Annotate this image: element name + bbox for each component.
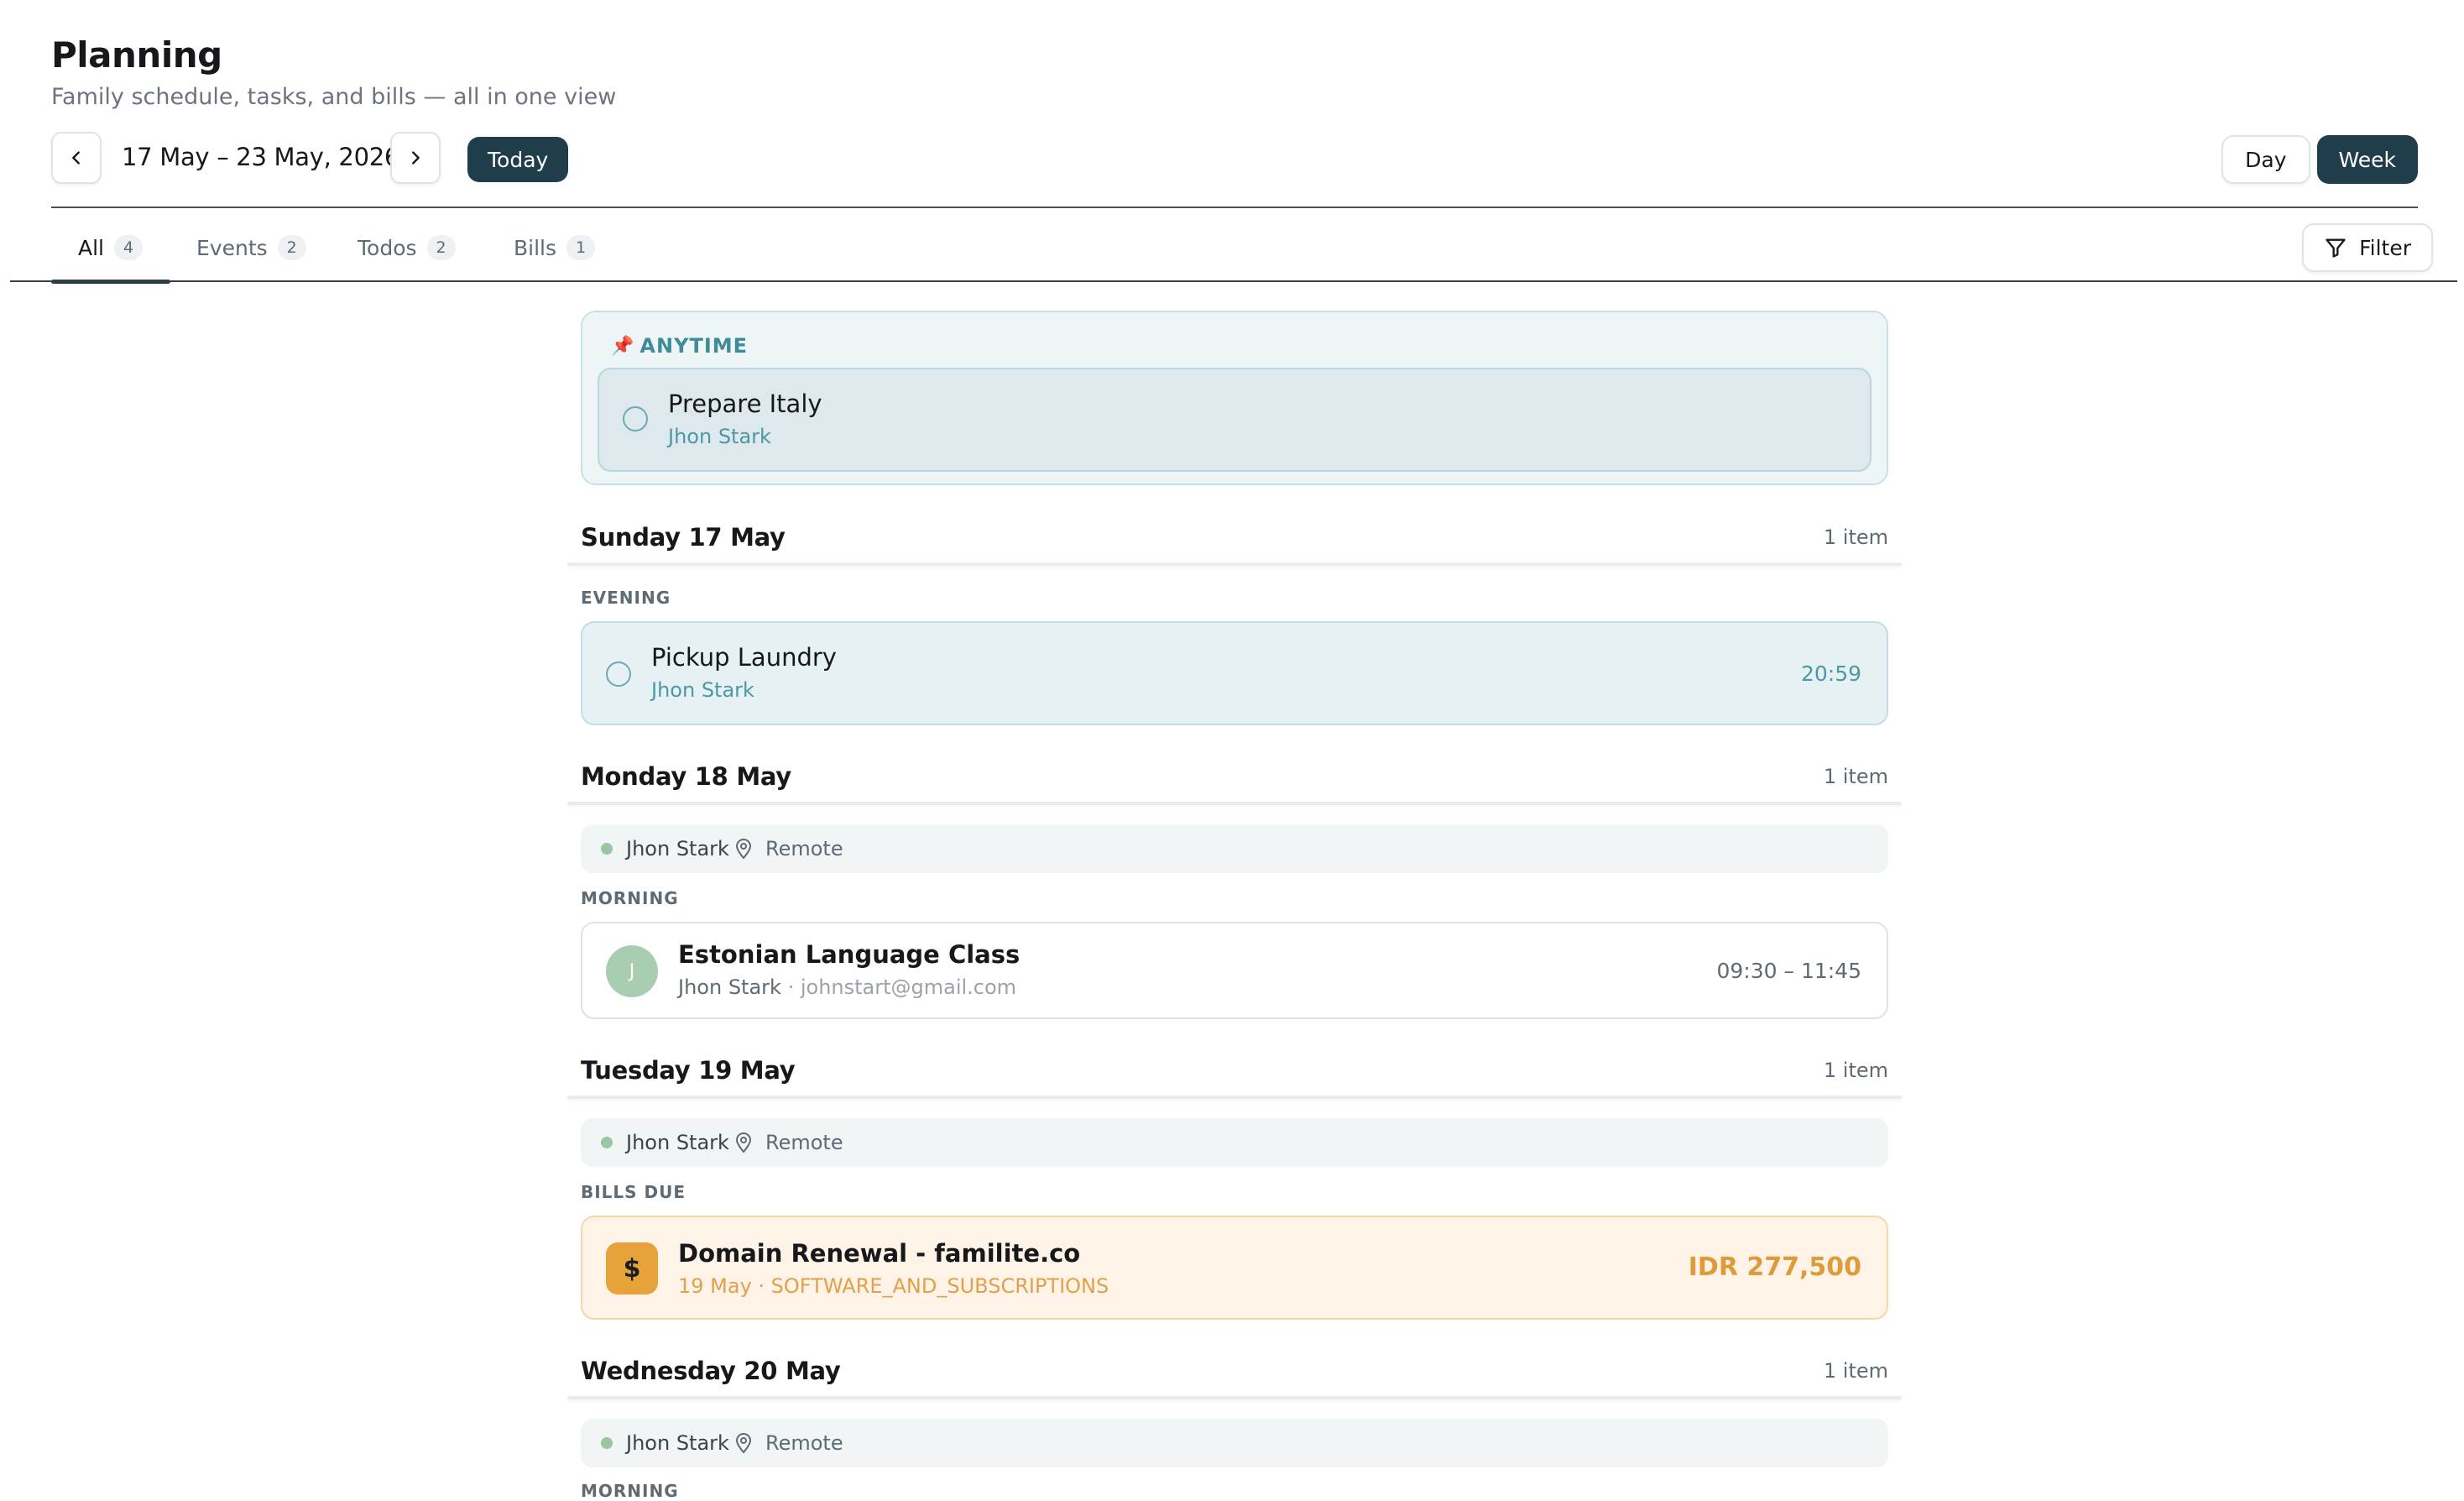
- anytime-label: 📌 ANYTIME: [611, 334, 748, 358]
- day-view-button[interactable]: Day: [2221, 135, 2310, 184]
- day-header-monday: Monday 18 May 1 item: [567, 760, 1902, 795]
- section-label-morning: MORNING: [581, 1481, 679, 1501]
- status-person: Jhon Stark: [626, 1431, 729, 1455]
- tab-count-badge: 1: [566, 235, 596, 260]
- todo-assignee: Jhon Stark: [668, 425, 771, 448]
- chevron-right-icon: [412, 151, 420, 165]
- location-pin-icon: [735, 1132, 752, 1153]
- bill-amount: IDR 277,500: [1688, 1253, 1861, 1282]
- bill-item-domain-renewal[interactable]: $ Domain Renewal - familite.co 19 May · …: [581, 1216, 1888, 1320]
- status-location: Remote: [765, 1431, 843, 1455]
- section-label-morning: MORNING: [581, 888, 679, 908]
- event-email: · johnstart@gmail.com: [787, 975, 1017, 999]
- anytime-label-text: ANYTIME: [639, 334, 749, 358]
- status-dot: [601, 1137, 613, 1148]
- todo-checkbox[interactable]: [623, 406, 648, 431]
- tab-count-badge: 2: [426, 235, 456, 260]
- bill-title: Domain Renewal - familite.co: [678, 1239, 1081, 1268]
- day-name: Sunday 17 May: [581, 523, 786, 552]
- tab-todos[interactable]: Todos 2: [358, 213, 456, 282]
- tab-label: Events: [196, 235, 268, 260]
- tab-label: Todos: [358, 235, 417, 260]
- today-button[interactable]: Today: [467, 137, 569, 182]
- planning-page: Planning Family schedule, tasks, and bil…: [0, 0, 2464, 1501]
- filter-button[interactable]: Filter: [2302, 223, 2433, 272]
- page-title: Planning: [51, 34, 222, 76]
- day-divider: [567, 1096, 1902, 1099]
- event-organizer: Jhon Stark: [678, 975, 781, 999]
- todo-time: 20:59: [1800, 662, 1861, 686]
- tab-count-badge: 2: [277, 235, 306, 260]
- day-item-count: 1 item: [1823, 1059, 1888, 1082]
- tab-count-badge: 4: [114, 235, 143, 260]
- status-person: Jhon Stark: [626, 1131, 729, 1154]
- location-pin-icon: [735, 839, 752, 860]
- day-divider: [567, 802, 1902, 805]
- presence-status-bar: Jhon Stark Remote: [581, 1118, 1888, 1167]
- pushpin-icon: 📌: [611, 335, 635, 357]
- day-name: Tuesday 19 May: [581, 1056, 796, 1085]
- date-toolbar: 17 May – 23 May, 2026 Today Day Week: [51, 132, 2418, 187]
- toolbar-divider: [51, 207, 2418, 208]
- status-person: Jhon Stark: [626, 837, 729, 860]
- tab-label: Bills: [514, 235, 557, 260]
- page-header: Planning Family schedule, tasks, and bil…: [51, 30, 616, 112]
- todo-item-pickup-laundry[interactable]: Pickup Laundry Jhon Stark 20:59: [581, 621, 1888, 725]
- section-label-bills-due: BILLS DUE: [581, 1182, 686, 1202]
- date-range: 17 May – 23 May, 2026: [122, 143, 400, 171]
- dollar-icon: $: [606, 1242, 658, 1294]
- day-name: Wednesday 20 May: [581, 1357, 841, 1385]
- tab-bills[interactable]: Bills 1: [514, 213, 596, 282]
- event-title: Estonian Language Class: [678, 940, 1021, 969]
- event-time: 09:30 – 11:45: [1716, 959, 1862, 983]
- view-toggle: Day Week: [2221, 135, 2418, 184]
- funnel-icon: [2326, 238, 2346, 258]
- presence-status-bar: Jhon Stark Remote: [581, 1419, 1888, 1467]
- event-organizer-line: Jhon Stark · johnstart@gmail.com: [678, 974, 1016, 1001]
- tab-all[interactable]: All 4: [78, 213, 143, 282]
- day-header-wednesday: Wednesday 20 May 1 item: [567, 1354, 1902, 1389]
- chevron-left-icon: [72, 151, 80, 165]
- presence-status-bar: Jhon Stark Remote: [581, 824, 1888, 873]
- status-location: Remote: [765, 837, 843, 860]
- todo-checkbox[interactable]: [606, 662, 631, 687]
- todo-title: Pickup Laundry: [651, 643, 837, 672]
- day-item-count: 1 item: [1823, 1359, 1888, 1383]
- section-label-evening: EVENING: [581, 588, 671, 608]
- page-subtitle: Family schedule, tasks, and bills — all …: [51, 84, 617, 110]
- tab-label: All: [78, 235, 104, 260]
- todo-title: Prepare Italy: [668, 390, 822, 418]
- tabs-divider: [10, 280, 2457, 282]
- day-divider: [567, 562, 1902, 566]
- status-location: Remote: [765, 1131, 843, 1154]
- day-name: Monday 18 May: [581, 762, 791, 791]
- day-item-count: 1 item: [1823, 526, 1888, 549]
- day-header-tuesday: Tuesday 19 May 1 item: [567, 1054, 1902, 1089]
- filter-label: Filter: [2359, 235, 2411, 260]
- avatar: J: [606, 945, 658, 997]
- week-view-button[interactable]: Week: [2316, 135, 2418, 184]
- status-dot: [601, 843, 613, 855]
- todo-assignee: Jhon Stark: [651, 678, 754, 702]
- next-week-button[interactable]: [390, 132, 441, 184]
- day-divider: [567, 1396, 1902, 1399]
- location-pin-icon: [735, 1433, 752, 1454]
- day-item-count: 1 item: [1823, 765, 1888, 788]
- event-item-estonian-class[interactable]: J Estonian Language Class Jhon Stark · j…: [581, 922, 1888, 1019]
- anytime-section: 📌 ANYTIME Prepare Italy Jhon Stark: [581, 311, 1888, 485]
- tab-events[interactable]: Events 2: [196, 213, 306, 282]
- day-header-sunday: Sunday 17 May 1 item: [567, 520, 1902, 556]
- status-dot: [601, 1437, 613, 1449]
- previous-week-button[interactable]: [51, 132, 102, 184]
- bill-meta: 19 May · SOFTWARE_AND_SUBSCRIPTIONS: [678, 1274, 1109, 1298]
- todo-item-prepare-italy[interactable]: Prepare Italy Jhon Stark: [598, 368, 1871, 472]
